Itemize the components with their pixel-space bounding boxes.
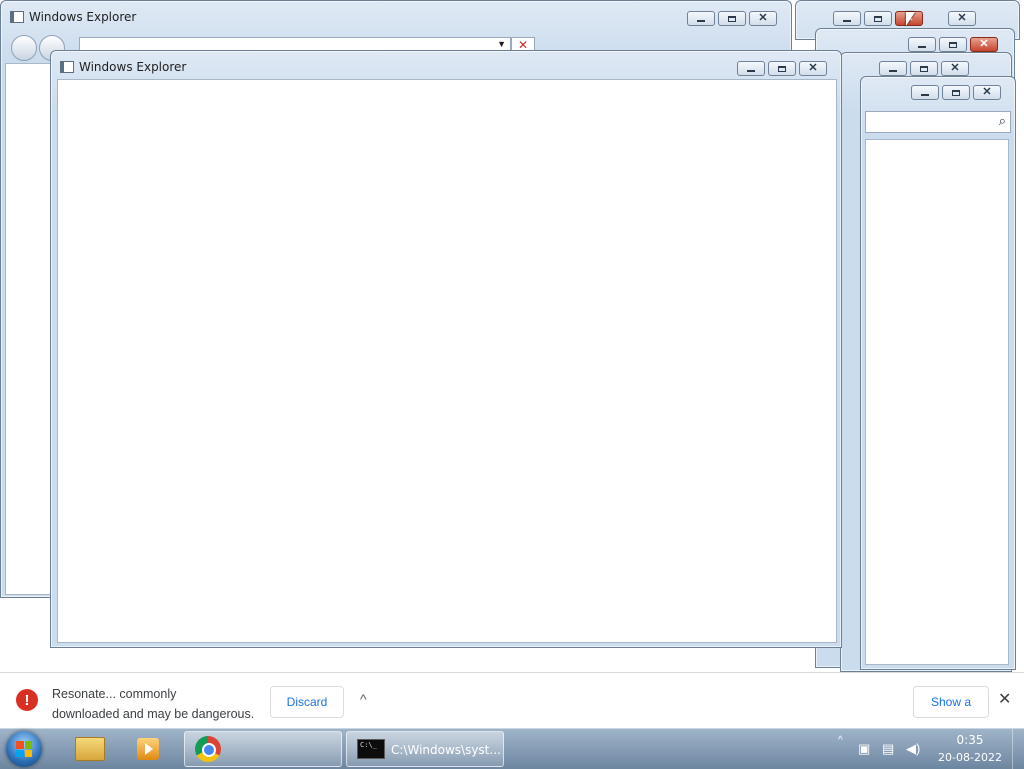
- action-center-icon[interactable]: ▣: [858, 741, 870, 757]
- show-all-button[interactable]: Show a: [913, 686, 989, 718]
- maximize-button[interactable]: [942, 85, 970, 100]
- network-icon[interactable]: ▤: [882, 741, 894, 757]
- chevron-up-icon[interactable]: ^: [360, 691, 367, 707]
- media-player-icon: [137, 738, 159, 760]
- chrome-icon: [195, 736, 221, 762]
- cmd-icon: C:\_: [357, 739, 385, 759]
- maximize-button[interactable]: [910, 61, 938, 76]
- maximize-button[interactable]: [939, 37, 967, 52]
- show-hidden-icons-icon[interactable]: ^: [838, 735, 843, 746]
- close-button[interactable]: ✕: [948, 11, 976, 26]
- maximize-button[interactable]: [718, 11, 746, 26]
- explorer-app-icon: [60, 61, 74, 73]
- window-content-area: [57, 79, 837, 643]
- minimize-button[interactable]: [737, 61, 765, 76]
- explorer-app-icon: [10, 11, 24, 23]
- minimize-button[interactable]: [687, 11, 715, 26]
- taskbar-media-player[interactable]: [120, 731, 176, 767]
- mouse-cursor-icon: [906, 12, 915, 26]
- explorer-window-front[interactable]: Windows Explorer ✕: [50, 50, 842, 648]
- explorer-window-bg-1[interactable]: ✕ ⌕: [860, 76, 1016, 670]
- search-box[interactable]: ⌕: [865, 111, 1011, 133]
- back-nav-button[interactable]: [11, 35, 37, 61]
- close-button[interactable]: ✕: [749, 11, 777, 26]
- start-button[interactable]: [6, 731, 42, 767]
- maximize-button[interactable]: [864, 11, 892, 26]
- folder-icon: [75, 737, 105, 761]
- download-warning-line1: Resonate... commonly: [52, 687, 177, 701]
- clock-date[interactable]: 20-08-2022: [934, 751, 1006, 764]
- taskbar-chrome[interactable]: [184, 731, 342, 767]
- discard-button[interactable]: Discard: [270, 686, 344, 718]
- minimize-button[interactable]: [833, 11, 861, 26]
- taskbar-cmd-label: C:\Windows\syst...: [391, 743, 501, 757]
- close-button[interactable]: ✕: [941, 61, 969, 76]
- window-title: Windows Explorer: [29, 10, 137, 24]
- minimize-button[interactable]: [879, 61, 907, 76]
- search-icon: ⌕: [998, 113, 1006, 128]
- taskbar: C:\_ C:\Windows\syst... ^ ▣ ▤ ◀) 0:35 20…: [0, 728, 1024, 769]
- minimize-button[interactable]: [908, 37, 936, 52]
- warning-icon: !: [16, 689, 38, 711]
- close-button[interactable]: ✕: [799, 61, 827, 76]
- close-button[interactable]: ✕: [973, 85, 1001, 100]
- show-desktop-button[interactable]: [1012, 729, 1024, 769]
- taskbar-cmd[interactable]: C:\_ C:\Windows\syst...: [346, 731, 504, 767]
- chevron-down-icon[interactable]: ▼: [497, 39, 506, 49]
- taskbar-explorer[interactable]: [62, 731, 118, 767]
- download-warning-text: Resonate... commonly downloaded and may …: [52, 684, 254, 724]
- close-button[interactable]: ✕: [970, 37, 998, 52]
- volume-icon[interactable]: ◀): [906, 741, 920, 757]
- download-bar: ! Resonate... commonly downloaded and ma…: [0, 672, 1024, 729]
- window-title: Windows Explorer: [79, 60, 187, 74]
- minimize-button[interactable]: [911, 85, 939, 100]
- clock-time[interactable]: 0:35: [940, 733, 1000, 747]
- maximize-button[interactable]: [768, 61, 796, 76]
- close-icon[interactable]: ✕: [998, 689, 1011, 709]
- download-warning-line2: downloaded and may be dangerous.: [52, 707, 255, 721]
- windows-logo-icon: [16, 741, 32, 757]
